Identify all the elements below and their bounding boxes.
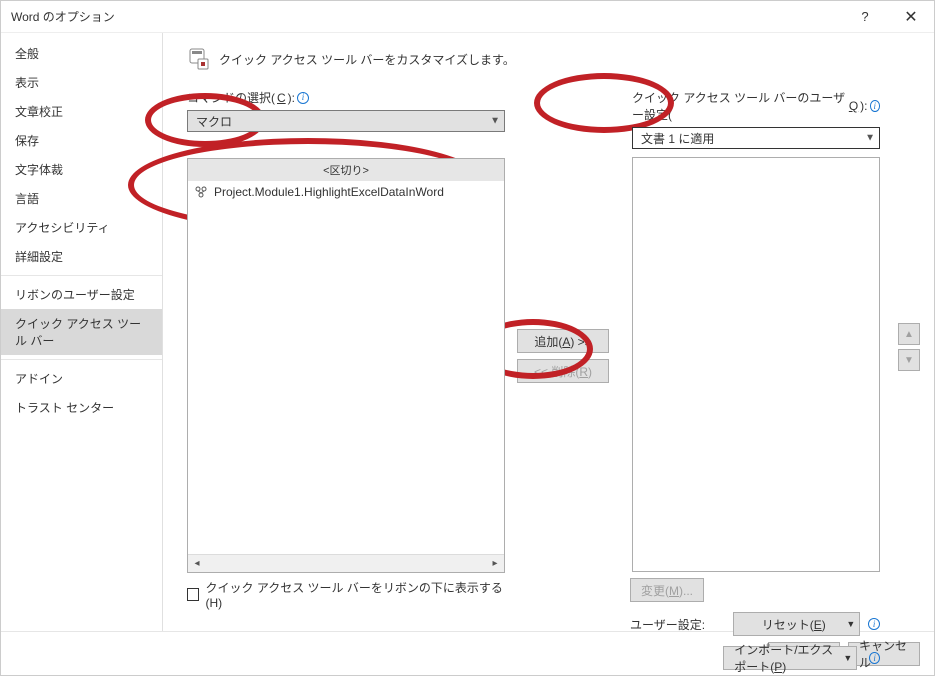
close-button[interactable]: ✕ [888, 1, 934, 33]
dialog-title-bar: Word のオプション ? ✕ [1, 1, 934, 33]
chevron-down-icon: ▼ [865, 133, 875, 144]
sidebar-item-save[interactable]: 保存 [1, 126, 162, 155]
modify-button[interactable]: 変更(M)... [630, 578, 704, 602]
macro-icon [194, 185, 208, 199]
separator-row[interactable]: <区切り> [188, 159, 504, 181]
info-icon[interactable]: i [869, 652, 880, 664]
add-button[interactable]: 追加(A) >> [517, 329, 609, 353]
sidebar-item-proofing[interactable]: 文章校正 [1, 97, 162, 126]
sidebar-item-accessibility[interactable]: アクセシビリティ [1, 213, 162, 242]
sidebar-item-trust-center[interactable]: トラスト センター [1, 393, 162, 422]
customize-qat-for-label: クイック アクセス ツール バーのユーザー設定(Q): i [632, 89, 880, 123]
sidebar-item-language[interactable]: 言語 [1, 184, 162, 213]
options-main-panel: クイック アクセス ツール バーをカスタマイズします。 コマンドの選択(C): … [163, 33, 934, 631]
sidebar-item-addins[interactable]: アドイン [1, 359, 162, 393]
show-below-ribbon-checkbox[interactable] [187, 588, 199, 601]
move-down-button[interactable]: ▼ [898, 349, 920, 371]
reset-dropdown-button[interactable]: リセット(E)▼ [733, 612, 860, 636]
horizontal-scrollbar[interactable]: ◂ ▸ [188, 554, 504, 572]
panel-heading: クイック アクセス ツール バーをカスタマイズします。 [219, 51, 515, 68]
info-icon[interactable]: i [868, 618, 880, 630]
dialog-title: Word のオプション [11, 8, 115, 25]
import-export-dropdown-button[interactable]: インポート/エクスポート(P)▼ [723, 646, 857, 670]
choose-commands-from-label: コマンドの選択(C): i [187, 89, 505, 106]
remove-button[interactable]: << 削除(R) [517, 359, 609, 383]
choose-commands-from-dropdown[interactable]: マクロ ▼ [187, 110, 505, 132]
sidebar-item-display[interactable]: 表示 [1, 68, 162, 97]
help-button[interactable]: ? [842, 1, 888, 33]
chevron-down-icon: ▼ [490, 116, 500, 127]
sidebar-item-advanced[interactable]: 詳細設定 [1, 242, 162, 271]
available-commands-list[interactable]: <区切り> Project.Module1.HighlightExcelData… [187, 158, 505, 573]
sidebar-item-typography[interactable]: 文字体裁 [1, 155, 162, 184]
qat-customize-icon [187, 47, 211, 71]
current-commands-list[interactable] [632, 157, 880, 572]
show-below-ribbon-label: クイック アクセス ツール バーをリボンの下に表示する(H) [205, 579, 505, 610]
customize-qat-for-dropdown[interactable]: 文書 1 に適用 ▼ [632, 127, 880, 149]
info-icon[interactable]: i [297, 92, 309, 104]
sidebar-item-customize-ribbon[interactable]: リボンのユーザー設定 [1, 275, 162, 309]
move-up-button[interactable]: ▲ [898, 323, 920, 345]
customizations-label: ユーザー設定: [630, 616, 725, 633]
list-item[interactable]: Project.Module1.HighlightExcelDataInWord [188, 181, 504, 203]
window-controls: ? ✕ [842, 1, 934, 33]
options-sidebar: 全般 表示 文章校正 保存 文字体裁 言語 アクセシビリティ 詳細設定 リボンの… [1, 33, 163, 631]
sidebar-item-general[interactable]: 全般 [1, 39, 162, 68]
sidebar-item-quick-access-toolbar[interactable]: クイック アクセス ツール バー [1, 309, 162, 355]
info-icon[interactable]: i [870, 100, 880, 112]
